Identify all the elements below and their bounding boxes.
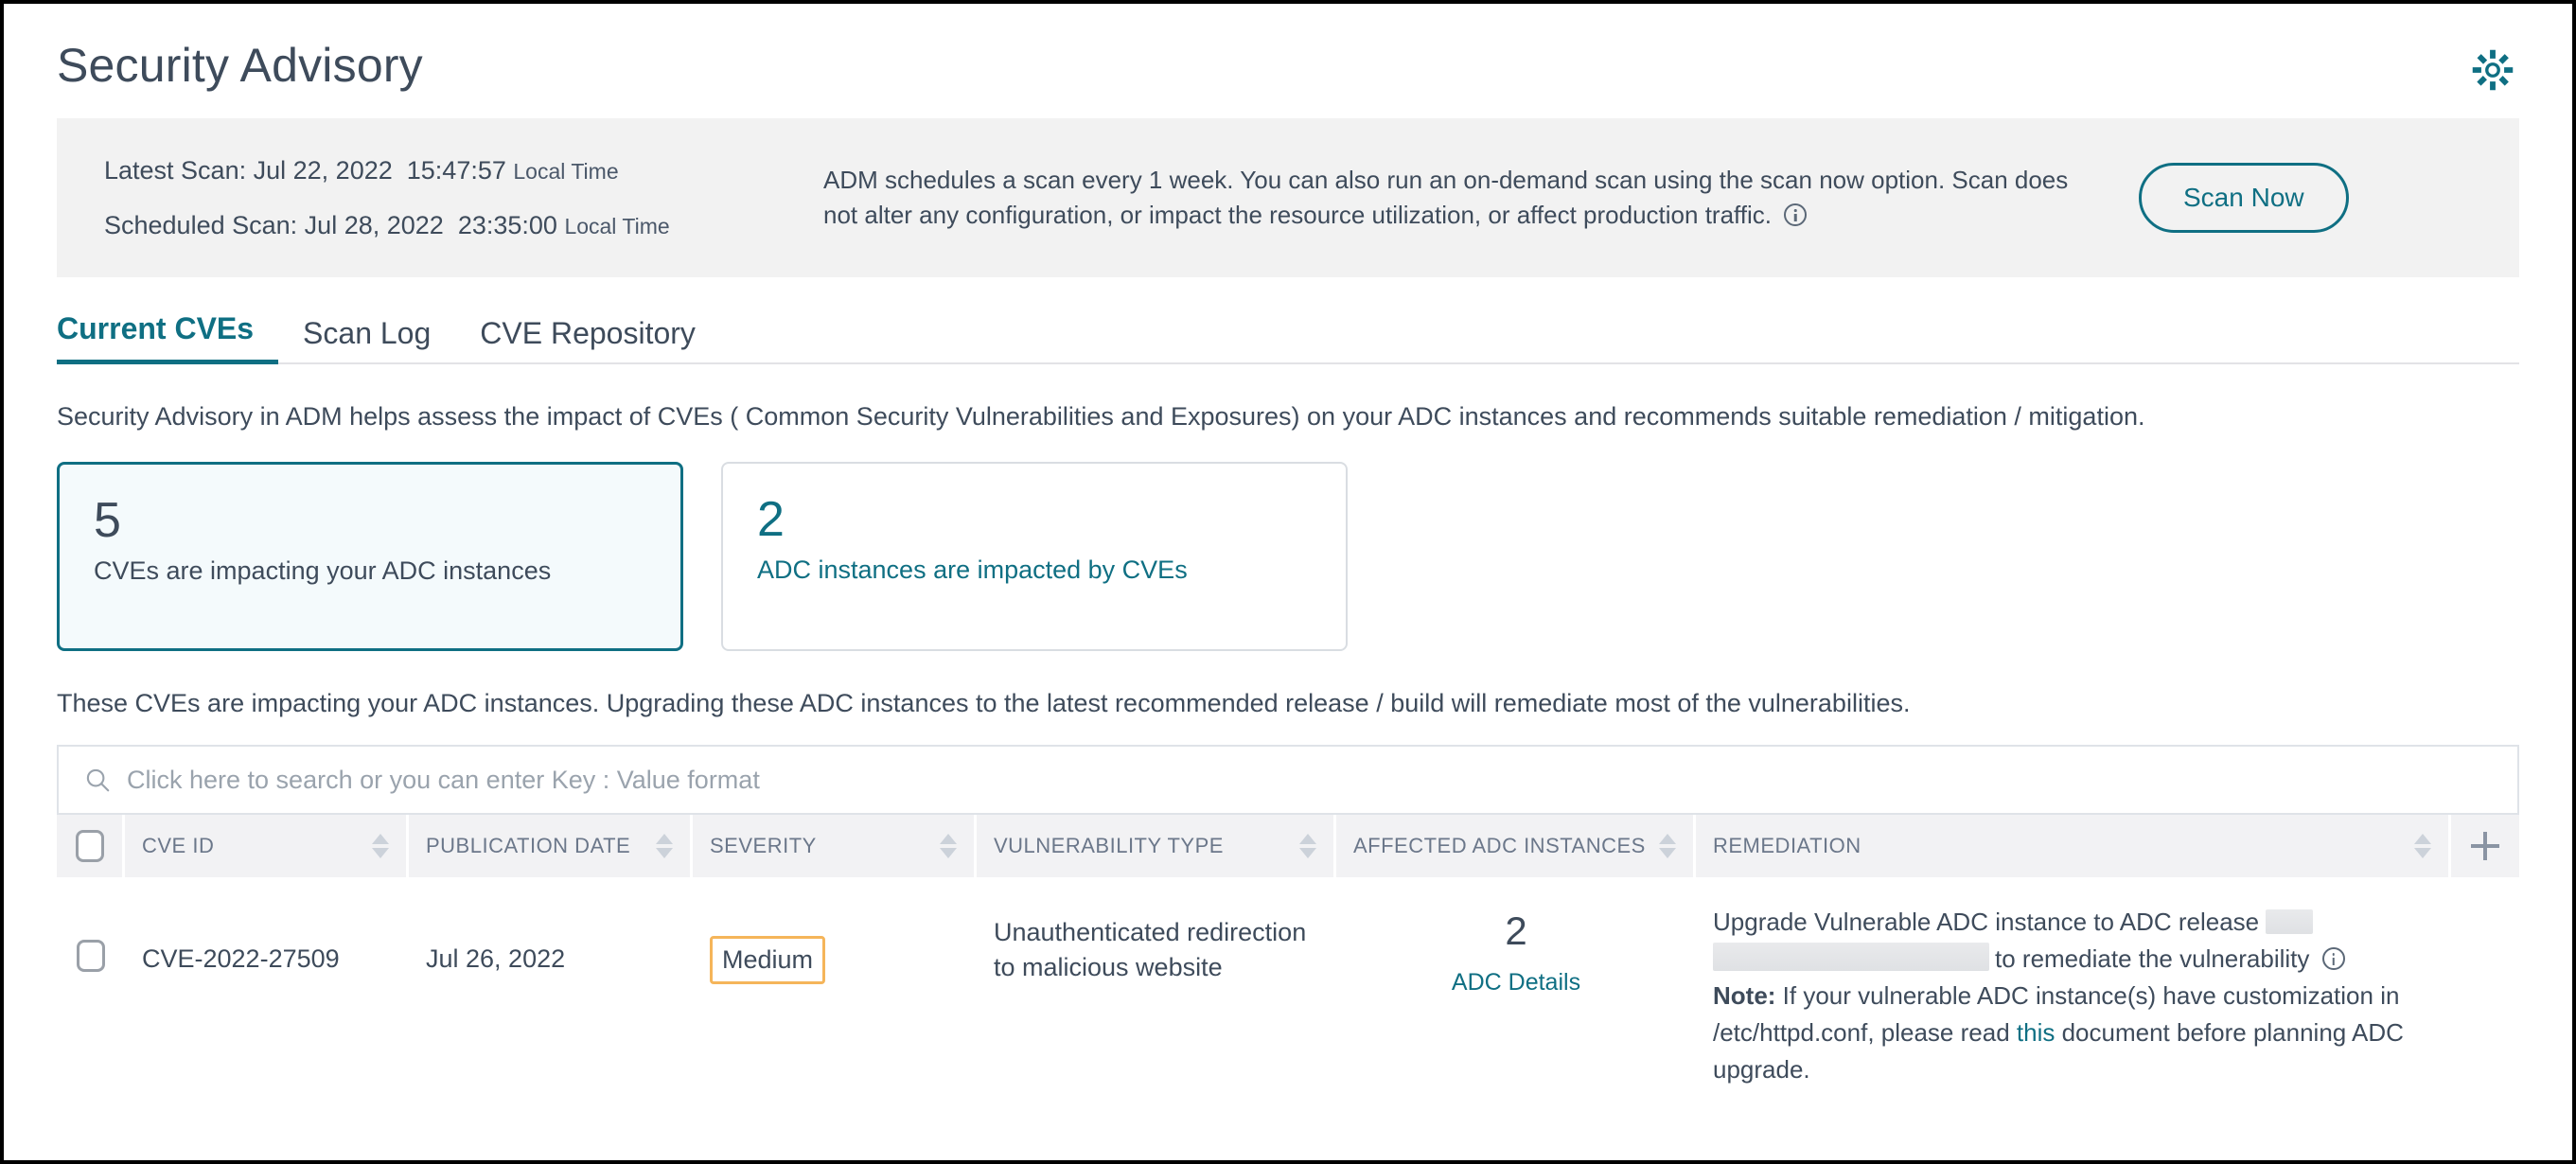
affected-count: 2 bbox=[1505, 908, 1527, 954]
tab-scan-log[interactable]: Scan Log bbox=[278, 316, 455, 364]
column-header-vulnerability-type[interactable]: VULNERABILITY TYPE bbox=[977, 815, 1336, 878]
latest-scan-date: Jul 22, 2022 bbox=[253, 155, 393, 185]
card-adc-count: 2 bbox=[757, 492, 785, 548]
remediation-note: Note: If your vulnerable ADC instance(s)… bbox=[1713, 978, 2423, 1088]
cve-table: CVE ID PUBLICATION DATE SEVERITY VULNERA… bbox=[57, 815, 2519, 1089]
sort-icon-vulnerability-type[interactable] bbox=[1299, 834, 1316, 859]
cell-remediation: Upgrade Vulnerable ADC instance to ADC r… bbox=[1696, 904, 2451, 1088]
table-header-row: CVE ID PUBLICATION DATE SEVERITY VULNERA… bbox=[57, 815, 2519, 878]
column-header-cve-id[interactable]: CVE ID bbox=[125, 815, 409, 878]
intro-description: Security Advisory in ADM helps assess th… bbox=[57, 402, 2145, 431]
table-row[interactable]: CVE-2022-27509 Jul 26, 2022 Medium Unaut… bbox=[57, 877, 2519, 1089]
latest-scan-time: 15:47:57 bbox=[406, 155, 506, 185]
status-badge: Medium bbox=[710, 936, 826, 985]
page-header: Security Advisory bbox=[4, 4, 2572, 109]
column-label-severity: SEVERITY bbox=[710, 834, 817, 858]
sort-icon-remediation[interactable] bbox=[2414, 834, 2431, 859]
latest-scan-label: Latest Scan: bbox=[104, 155, 247, 185]
info-icon[interactable] bbox=[1784, 203, 1808, 226]
remediation-suffix: to remediate the vulnerability bbox=[1995, 944, 2310, 974]
page-title: Security Advisory bbox=[57, 39, 423, 92]
cell-severity: Medium bbox=[693, 904, 977, 985]
latest-scan-timezone: Local Time bbox=[513, 158, 619, 184]
row-checkbox[interactable] bbox=[77, 940, 105, 973]
column-header-severity[interactable]: SEVERITY bbox=[693, 815, 977, 878]
table-description: These CVEs are impacting your ADC instan… bbox=[57, 689, 1911, 718]
remediation-upgrade-text: Upgrade Vulnerable ADC instance to ADC r… bbox=[1713, 904, 2423, 978]
scheduled-scan-label: Scheduled Scan: bbox=[104, 211, 298, 239]
note-label: Note: bbox=[1713, 981, 1776, 1011]
select-all-checkbox-cell[interactable] bbox=[57, 815, 125, 878]
scan-description-text: ADM schedules a scan every 1 week. You c… bbox=[823, 166, 2069, 229]
remediation-prefix: Upgrade Vulnerable ADC instance to ADC r… bbox=[1713, 908, 2260, 937]
sort-icon-publication-date[interactable] bbox=[656, 834, 673, 859]
cell-publication-date: Jul 26, 2022 bbox=[426, 944, 566, 974]
search-input[interactable]: Click here to search or you can enter Ke… bbox=[57, 745, 2519, 816]
tab-current-cves[interactable]: Current CVEs bbox=[57, 311, 279, 364]
summary-cards: 5 CVEs are impacting your ADC instances … bbox=[57, 462, 2519, 652]
row-checkbox-cell[interactable] bbox=[57, 904, 125, 973]
latest-scan-line: Latest Scan: Jul 22, 2022 15:47:57 Local… bbox=[104, 155, 823, 185]
column-label-cve-id: CVE ID bbox=[142, 834, 215, 858]
sort-icon-cve-id[interactable] bbox=[372, 834, 389, 859]
select-all-checkbox[interactable] bbox=[75, 830, 104, 863]
scan-now-button[interactable]: Scan Now bbox=[2139, 163, 2349, 233]
gear-icon[interactable] bbox=[2466, 44, 2519, 97]
search-placeholder: Click here to search or you can enter Ke… bbox=[127, 765, 760, 794]
redacted-build-version bbox=[1713, 943, 1989, 972]
scan-info-banner: Latest Scan: Jul 22, 2022 15:47:57 Local… bbox=[57, 118, 2519, 277]
adc-details-link[interactable]: ADC Details bbox=[1452, 966, 1580, 999]
cell-vulnerability-type: Unauthenticated redirection to malicious… bbox=[994, 918, 1307, 982]
redacted-release-version bbox=[2266, 909, 2314, 935]
scan-description: ADM schedules a scan every 1 week. You c… bbox=[823, 163, 2139, 233]
tab-bar: Current CVEs Scan Log CVE Repository bbox=[57, 309, 2519, 364]
column-header-publication-date[interactable]: PUBLICATION DATE bbox=[409, 815, 693, 878]
scheduled-scan-timezone: Local Time bbox=[564, 214, 670, 238]
card-cves-impacting[interactable]: 5 CVEs are impacting your ADC instances bbox=[57, 462, 683, 652]
card-cves-label: CVEs are impacting your ADC instances bbox=[94, 556, 552, 585]
column-label-affected-adc-instances: AFFECTED ADC INSTANCES bbox=[1353, 834, 1646, 858]
scheduled-scan-line: Scheduled Scan: Jul 28, 2022 23:35:00 Lo… bbox=[104, 212, 823, 238]
info-icon[interactable] bbox=[2321, 947, 2345, 971]
scheduled-scan-time: 23:35:00 bbox=[457, 211, 557, 239]
scan-times: Latest Scan: Jul 22, 2022 15:47:57 Local… bbox=[104, 155, 823, 239]
scheduled-scan-date: Jul 28, 2022 bbox=[304, 211, 444, 239]
column-label-remediation: REMEDIATION bbox=[1713, 834, 1861, 858]
cell-cve-id: CVE-2022-27509 bbox=[142, 944, 340, 974]
sort-icon-severity[interactable] bbox=[940, 834, 957, 859]
search-icon bbox=[83, 766, 112, 794]
tab-cve-repository[interactable]: CVE Repository bbox=[455, 316, 720, 364]
card-cves-count: 5 bbox=[94, 493, 121, 549]
add-column-button[interactable] bbox=[2451, 815, 2519, 878]
column-label-publication-date: PUBLICATION DATE bbox=[426, 834, 631, 858]
cell-affected-adc-instances: 2 ADC Details bbox=[1336, 904, 1696, 999]
note-document-link[interactable]: this bbox=[2017, 1018, 2055, 1047]
sort-icon-affected-adc-instances[interactable] bbox=[1659, 834, 1676, 859]
security-advisory-page: Security Advisory Latest Scan: Jul 22, 2… bbox=[0, 0, 2576, 1164]
plus-icon bbox=[2471, 832, 2499, 861]
card-adc-instances-impacted[interactable]: 2 ADC instances are impacted by CVEs bbox=[721, 462, 1348, 652]
column-header-remediation[interactable]: REMEDIATION bbox=[1696, 815, 2451, 878]
column-header-affected-adc-instances[interactable]: AFFECTED ADC INSTANCES bbox=[1336, 815, 1696, 878]
column-label-vulnerability-type: VULNERABILITY TYPE bbox=[994, 834, 1224, 858]
card-adc-label: ADC instances are impacted by CVEs bbox=[757, 555, 1188, 584]
